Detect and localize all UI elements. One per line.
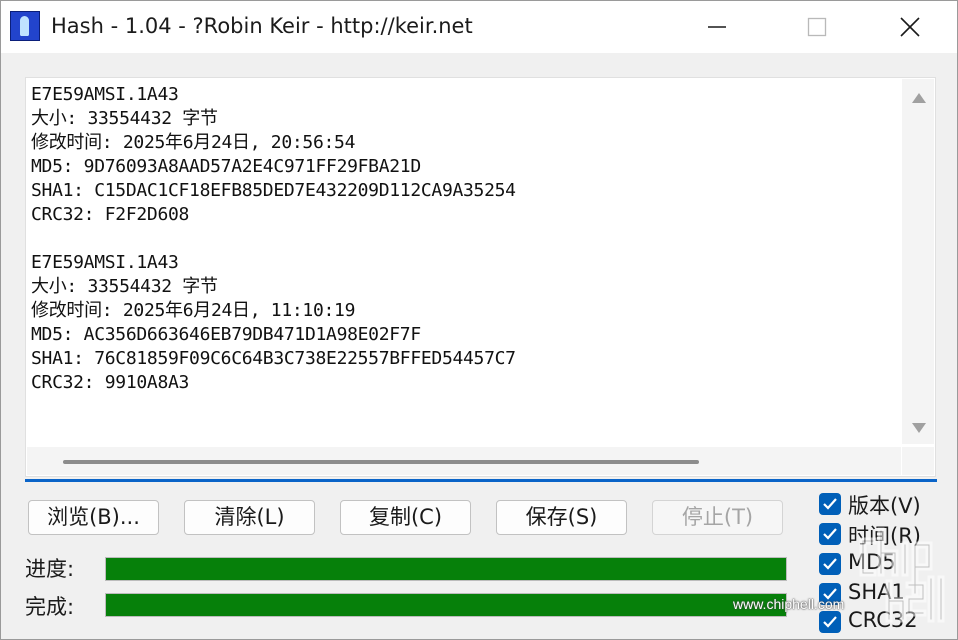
checkbox-checked-icon (819, 523, 841, 545)
separator-line (25, 479, 937, 482)
complete-bar-fill (106, 594, 786, 616)
minimize-icon (708, 26, 726, 28)
window-title: Hash - 1.04 - ?Robin Keir - http://keir.… (51, 14, 473, 38)
complete-label: 完成: (25, 595, 75, 619)
progress-label: 进度: (25, 557, 75, 581)
clear-button[interactable]: 清除(L) (184, 500, 315, 535)
progress-bar (105, 557, 787, 581)
browse-button[interactable]: 浏览(B)... (28, 500, 159, 535)
option-version-checkbox[interactable]: 版本(V) (818, 491, 957, 519)
result-line: MD5: 9D76093A8AAD57A2E4C971FF29FBA21D (31, 156, 421, 177)
stop-button[interactable]: 停止(T) (652, 500, 783, 535)
result-line: 修改时间: 2025年6月24日, 20:56:54 (31, 132, 356, 153)
result-line: SHA1: C15DAC1CF18EFB85DED7E432209D112CA9… (31, 180, 516, 201)
option-label: 版本(V) (848, 494, 921, 518)
hash-window: Hash - 1.04 - ?Robin Keir - http://keir.… (0, 0, 958, 640)
title-bar[interactable]: Hash - 1.04 - ?Robin Keir - http://keir.… (1, 1, 957, 53)
result-line: CRC32: 9910A8A3 (31, 372, 190, 393)
app-key-icon (10, 11, 40, 41)
vertical-scrollbar[interactable] (902, 79, 934, 444)
scroll-down-icon[interactable] (912, 423, 926, 433)
horizontal-scroll-thumb[interactable] (63, 460, 699, 464)
watermark-text: www.chiphell.com (733, 596, 845, 612)
scroll-up-icon[interactable] (912, 93, 926, 103)
result-line: E7E59AMSI.1A43 (31, 84, 179, 105)
maximize-button[interactable] (794, 1, 840, 53)
result-line: E7E59AMSI.1A43 (31, 252, 179, 273)
complete-bar (105, 593, 787, 617)
result-line: CRC32: F2F2D608 (31, 204, 190, 225)
close-icon (900, 17, 920, 37)
chiphell-logo-watermark (859, 527, 945, 623)
save-button[interactable]: 保存(S) (496, 500, 627, 535)
checkbox-checked-icon (819, 493, 841, 515)
checkbox-checked-icon (819, 553, 841, 575)
horizontal-scrollbar[interactable] (27, 447, 901, 475)
result-line: SHA1: 76C81859F09C6C64B3C738E22557BFFED5… (31, 348, 516, 369)
checkbox-checked-icon (819, 611, 841, 633)
result-line: 大小: 33554432 字节 (31, 108, 218, 129)
result-line: 大小: 33554432 字节 (31, 276, 218, 297)
scrollbar-corner (902, 447, 934, 475)
results-textbox[interactable]: E7E59AMSI.1A43 大小: 33554432 字节 修改时间: 202… (25, 77, 936, 477)
progress-bar-fill (106, 558, 786, 580)
result-line: 修改时间: 2025年6月24日, 11:10:19 (31, 300, 356, 321)
maximize-icon (807, 17, 827, 37)
copy-button[interactable]: 复制(C) (340, 500, 471, 535)
minimize-button[interactable] (694, 1, 740, 53)
result-line (31, 227, 891, 251)
results-text[interactable]: E7E59AMSI.1A43 大小: 33554432 字节 修改时间: 202… (31, 83, 891, 445)
close-button[interactable] (887, 1, 933, 53)
result-line: MD5: AC356D663646EB79DB471D1A98E02F7F (31, 324, 421, 345)
